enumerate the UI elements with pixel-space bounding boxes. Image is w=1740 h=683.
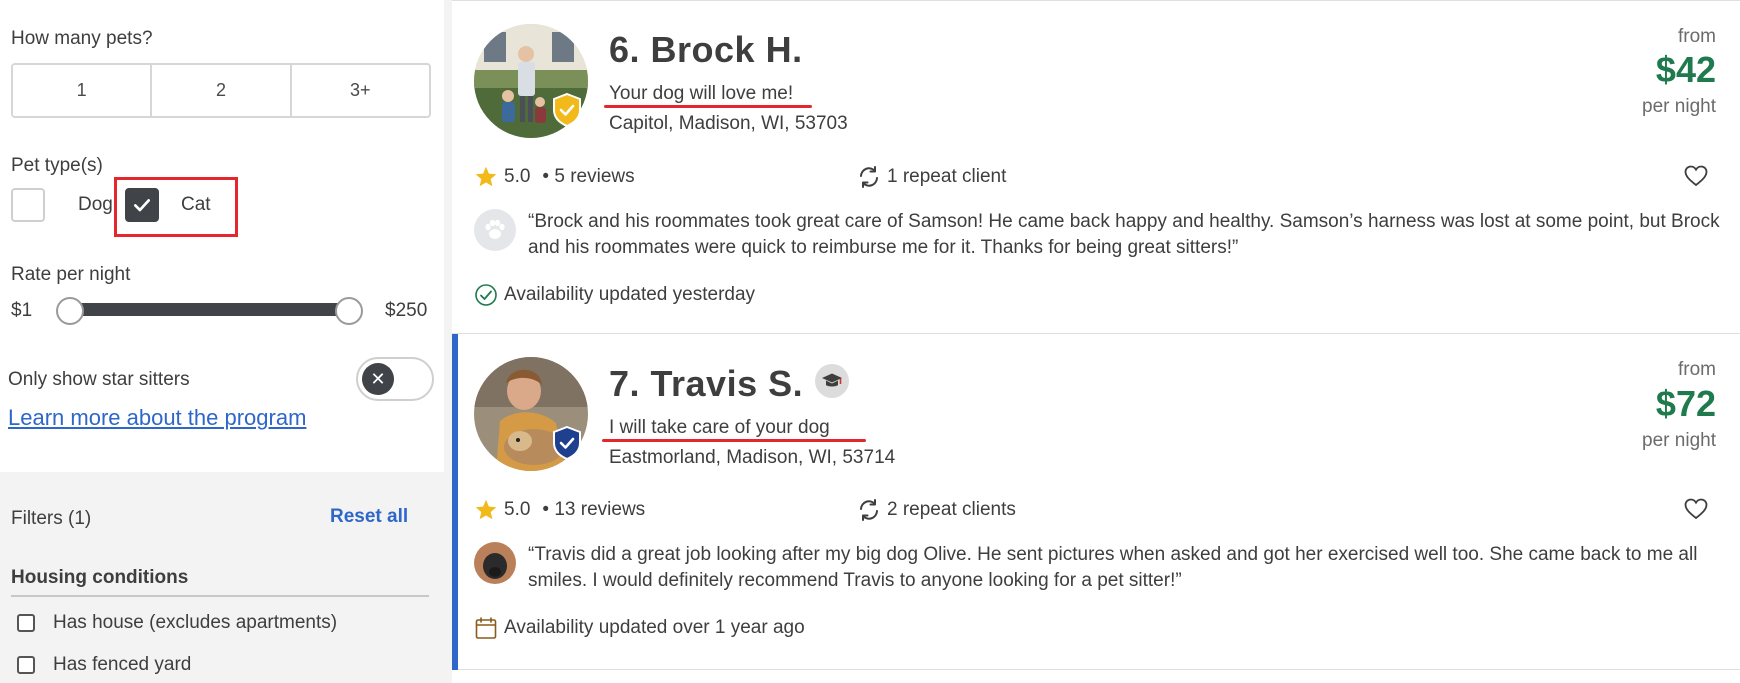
sitter-card[interactable]: 6. Brock H. Your dog will love me! Capit… — [452, 0, 1740, 334]
favorite-heart-icon[interactable] — [1684, 165, 1708, 187]
divider — [11, 595, 429, 597]
repeat-clients: 2 repeat clients — [857, 498, 1016, 522]
price-from-label: from — [1678, 26, 1716, 47]
rating-summary: 5.0 • 5 reviews — [474, 165, 635, 189]
housing-option-house[interactable]: Has house (excludes apartments) — [17, 612, 337, 634]
housing-option-fenced-yard[interactable]: Has fenced yard — [17, 654, 191, 676]
pets-count-label: How many pets? — [11, 28, 153, 49]
rate-slider-track[interactable] — [70, 303, 350, 316]
repeat-icon — [860, 499, 878, 521]
graduation-cap-icon — [815, 364, 849, 398]
sitter-location: Capitol, Madison, WI, 53703 — [609, 113, 848, 134]
paw-icon — [485, 219, 505, 239]
repeat-clients-text: 1 repeat client — [887, 166, 1007, 187]
rate-slider-min-handle[interactable] — [56, 297, 84, 325]
sitter-name[interactable]: 7. Travis S. — [609, 363, 803, 405]
reviewer-photo — [474, 542, 516, 584]
pets-count-option-1[interactable]: 1 — [13, 65, 153, 116]
sitter-headline: I will take care of your dog — [609, 417, 830, 438]
pets-count-option-2[interactable]: 2 — [152, 65, 292, 116]
availability-text: Availability updated over 1 year ago — [504, 617, 805, 638]
price-from-label: from — [1678, 359, 1716, 380]
availability-text: Availability updated yesterday — [504, 284, 756, 305]
rating-value: 5.0 — [504, 166, 531, 187]
rating-value: 5.0 — [504, 499, 531, 520]
star-icon — [475, 166, 497, 187]
has-house-checkbox[interactable] — [17, 614, 35, 632]
has-fenced-yard-label: Has fenced yard — [53, 654, 192, 675]
reviewer-avatar — [474, 209, 516, 251]
has-fenced-yard-checkbox[interactable] — [17, 656, 35, 674]
sitter-name[interactable]: 6. Brock H. — [609, 29, 803, 71]
shield-shape — [553, 426, 581, 460]
has-house-label: Has house (excludes apartments) — [53, 612, 338, 633]
repeat-clients-text: 2 repeat clients — [887, 499, 1016, 520]
repeat-clients: 1 repeat client — [857, 165, 1006, 189]
review-snippet: “Brock and his roommates took great care… — [528, 211, 1720, 258]
review-snippet: “Travis did a great job looking after my… — [528, 544, 1698, 591]
close-icon: ✕ — [362, 363, 394, 395]
price-amount: $42 — [1655, 49, 1716, 90]
shield-shape — [553, 93, 581, 127]
pets-count-selector: 1 2 3+ — [11, 63, 431, 118]
availability-status: Availability updated yesterday — [474, 283, 755, 307]
dog-label: Dog — [78, 194, 113, 215]
price-amount: $72 — [1655, 383, 1716, 424]
availability-status: Availability updated over 1 year ago — [474, 616, 805, 640]
pet-type-dog[interactable]: Dog — [11, 188, 113, 222]
rate-slider-max-handle[interactable] — [335, 297, 363, 325]
selected-card-indicator — [452, 334, 458, 670]
verified-shield-icon — [553, 93, 581, 127]
star-sitters-label: Only show star sitters — [8, 369, 190, 390]
pet-types-label: Pet type(s) — [11, 155, 103, 176]
dog-checkbox[interactable] — [11, 188, 45, 222]
price-per-night-label: per night — [1642, 430, 1716, 451]
star-icon — [475, 499, 497, 520]
housing-conditions-heading: Housing conditions — [11, 567, 189, 588]
star-sitters-toggle[interactable]: ✕ — [356, 357, 434, 401]
price-per-night-label: per night — [1642, 96, 1716, 117]
learn-more-link[interactable]: Learn more about the program — [8, 405, 306, 431]
filters-count: Filters (1) — [11, 508, 92, 529]
calendar-icon — [475, 617, 497, 639]
rating-summary: 5.0 • 13 reviews — [474, 498, 645, 522]
sitter-location: Eastmorland, Madison, WI, 53714 — [609, 447, 896, 468]
reset-all-button[interactable]: Reset all — [330, 506, 408, 528]
sitter-card[interactable]: 7. Travis S. I will take care of your do… — [452, 334, 1740, 670]
annotation-highlight-box — [114, 177, 238, 237]
repeat-icon — [860, 166, 878, 188]
rate-label: Rate per night — [11, 264, 131, 285]
rate-max-label: $250 — [385, 300, 428, 321]
favorite-heart-icon[interactable] — [1684, 498, 1708, 520]
verified-shield-icon — [553, 426, 581, 460]
sitter-headline: Your dog will love me! — [609, 83, 794, 104]
check-circle-icon — [475, 284, 497, 306]
annotation-underline — [602, 439, 866, 442]
rate-min-label: $1 — [11, 300, 33, 321]
sidebar-divider — [444, 0, 452, 683]
review-count[interactable]: • 13 reviews — [542, 499, 645, 521]
annotation-underline — [604, 105, 812, 108]
review-count[interactable]: • 5 reviews — [542, 166, 634, 188]
pets-count-option-3plus[interactable]: 3+ — [291, 65, 429, 116]
reviewer-avatar — [474, 542, 516, 584]
